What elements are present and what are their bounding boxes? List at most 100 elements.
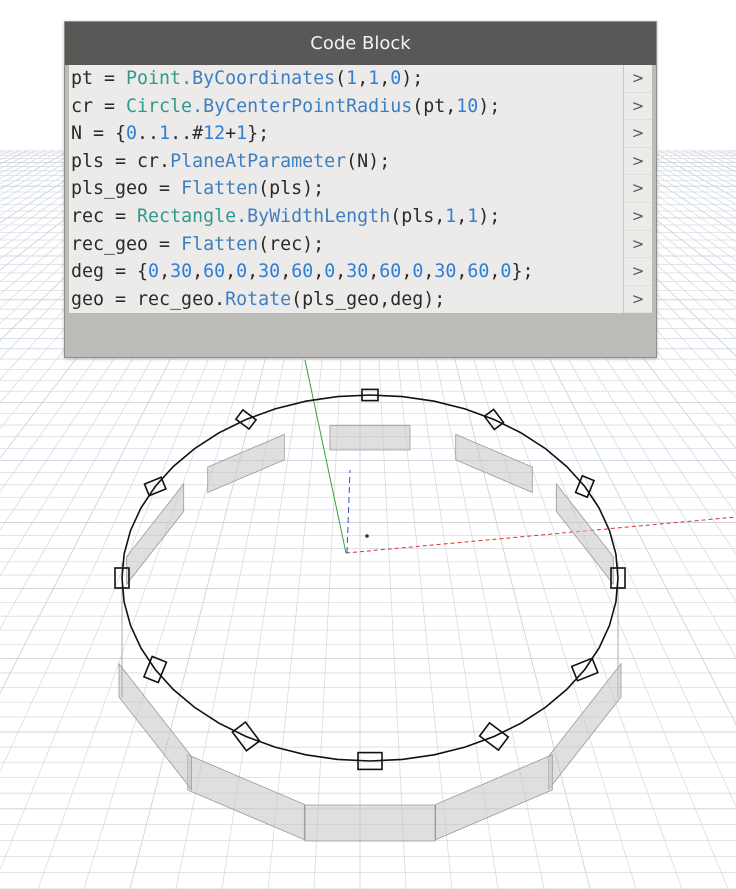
plane-surface [329, 424, 411, 451]
code-line[interactable]: deg = {0,30,60,0,30,60,0,30,60,0,30,60,0… [69, 258, 627, 286]
code-token: pls = cr. [71, 150, 171, 172]
code-token: .. [137, 123, 160, 145]
node-title[interactable]: Code Block [65, 22, 656, 65]
code-token: 60 [467, 261, 490, 283]
code-token: N = { [71, 123, 127, 145]
code-token: , [313, 261, 325, 283]
code-token: 30 [170, 261, 193, 283]
code-token: 1 [467, 205, 479, 227]
code-token: }; [511, 261, 534, 283]
code-token: 0 [126, 123, 138, 145]
code-line[interactable]: pt = Point.ByCoordinates(1,1,0); [69, 65, 627, 93]
code-token: 1 [346, 68, 358, 89]
code-token: ( [335, 68, 347, 89]
grid-line [715, 149, 736, 160]
code-token: ..# [170, 123, 204, 145]
code-token: , [225, 261, 237, 283]
plane-surface [126, 482, 185, 586]
code-token: }; [247, 123, 270, 145]
code-token: (N); [346, 150, 391, 172]
plane-surface [455, 433, 533, 494]
code-token: Rectangle [137, 205, 237, 227]
output-port[interactable]: > [624, 65, 652, 93]
code-token: (pls, [390, 205, 446, 227]
output-port[interactable]: > [624, 258, 652, 286]
z-axis [346, 469, 351, 554]
code-token: 30 [258, 261, 281, 283]
node-body: pt = Point.ByCoordinates(1,1,0); cr = Cir… [69, 65, 652, 314]
code-line[interactable]: geo = rec_geo.Rotate(pls_geo,deg); [69, 286, 627, 314]
code-token: (pls); [258, 178, 325, 200]
code-token: ); [401, 68, 424, 89]
code-token: PlaneAtParameter [170, 150, 347, 172]
code-block-node[interactable]: Code Block pt = Point.ByCoordinates(1,1,… [64, 21, 657, 358]
code-token: Flatten [181, 178, 259, 200]
code-token: + [225, 123, 237, 145]
code-token: 1 [236, 123, 248, 145]
grid-line [732, 149, 736, 152]
output-port[interactable]: > [624, 148, 652, 176]
output-port[interactable]: > [624, 231, 652, 259]
code-token: cr = [71, 95, 127, 117]
output-port[interactable]: > [624, 286, 652, 314]
output-port[interactable]: > [624, 120, 652, 148]
code-token: 1 [159, 123, 171, 145]
output-port[interactable]: > [624, 175, 652, 203]
code-token: 0 [324, 261, 336, 283]
code-token: ); [478, 205, 501, 227]
grid-line [0, 149, 38, 170]
grid-line [0, 149, 71, 190]
code-token: 60 [203, 261, 226, 283]
code-token: , [247, 261, 259, 283]
code-token: geo = rec_geo. [71, 288, 226, 310]
code-token: Point [126, 68, 182, 89]
grid-line [724, 149, 736, 156]
plane-surface [435, 754, 553, 841]
code-token: (rec); [258, 233, 325, 255]
code-token: 30 [346, 261, 369, 283]
code-token: pls_geo = [71, 178, 182, 200]
code-token: (pls_geo,deg); [291, 288, 446, 310]
code-token: , [489, 261, 501, 283]
code-token: 1 [368, 68, 380, 89]
code-line[interactable]: rec = Rectangle.ByWidthLength(pls,1,1); [69, 203, 627, 231]
grid-line [691, 149, 736, 173]
code-token: , [456, 261, 468, 283]
code-token: ); [478, 95, 501, 117]
code-token: pt = [71, 68, 127, 89]
plane-surface [118, 662, 192, 791]
code-line[interactable]: N = {0..1..#12+1}; [69, 120, 627, 148]
code-token: , [456, 205, 468, 227]
code-token: , [401, 261, 413, 283]
code-line[interactable]: cr = Circle.ByCenterPointRadius(pt,10); [69, 93, 627, 121]
code-token: , [280, 261, 292, 283]
code-token: 30 [434, 261, 457, 283]
grid-line [0, 149, 63, 185]
code-token: , [335, 261, 347, 283]
plane-surface [304, 804, 436, 842]
code-token: Rotate [225, 288, 292, 310]
code-token: Flatten [181, 233, 259, 255]
code-editor[interactable]: pt = Point.ByCoordinates(1,1,0); cr = Cir… [69, 65, 627, 313]
code-token: deg = { [71, 261, 149, 283]
code-token: 60 [379, 261, 402, 283]
code-token: 60 [291, 261, 314, 283]
grid-line [0, 149, 29, 165]
code-token: (pt, [412, 95, 457, 117]
output-port[interactable]: > [624, 203, 652, 231]
plane-geometry-group [118, 424, 622, 842]
code-token: , [368, 261, 380, 283]
code-token: 0 [236, 261, 248, 283]
code-token: 0 [412, 261, 424, 283]
grid-line [0, 149, 21, 161]
code-line[interactable]: pls = cr.PlaneAtParameter(N); [69, 148, 627, 176]
code-token: , [379, 68, 391, 89]
code-line[interactable]: rec_geo = Flatten(rec); [69, 231, 627, 259]
grid-line [0, 149, 54, 179]
code-line[interactable]: pls_geo = Flatten(pls); [69, 175, 627, 203]
code-token: 0 [148, 261, 160, 283]
code-token: , [357, 68, 369, 89]
output-port[interactable]: > [624, 93, 652, 121]
code-token: 1 [445, 205, 457, 227]
grid-line [0, 149, 5, 153]
